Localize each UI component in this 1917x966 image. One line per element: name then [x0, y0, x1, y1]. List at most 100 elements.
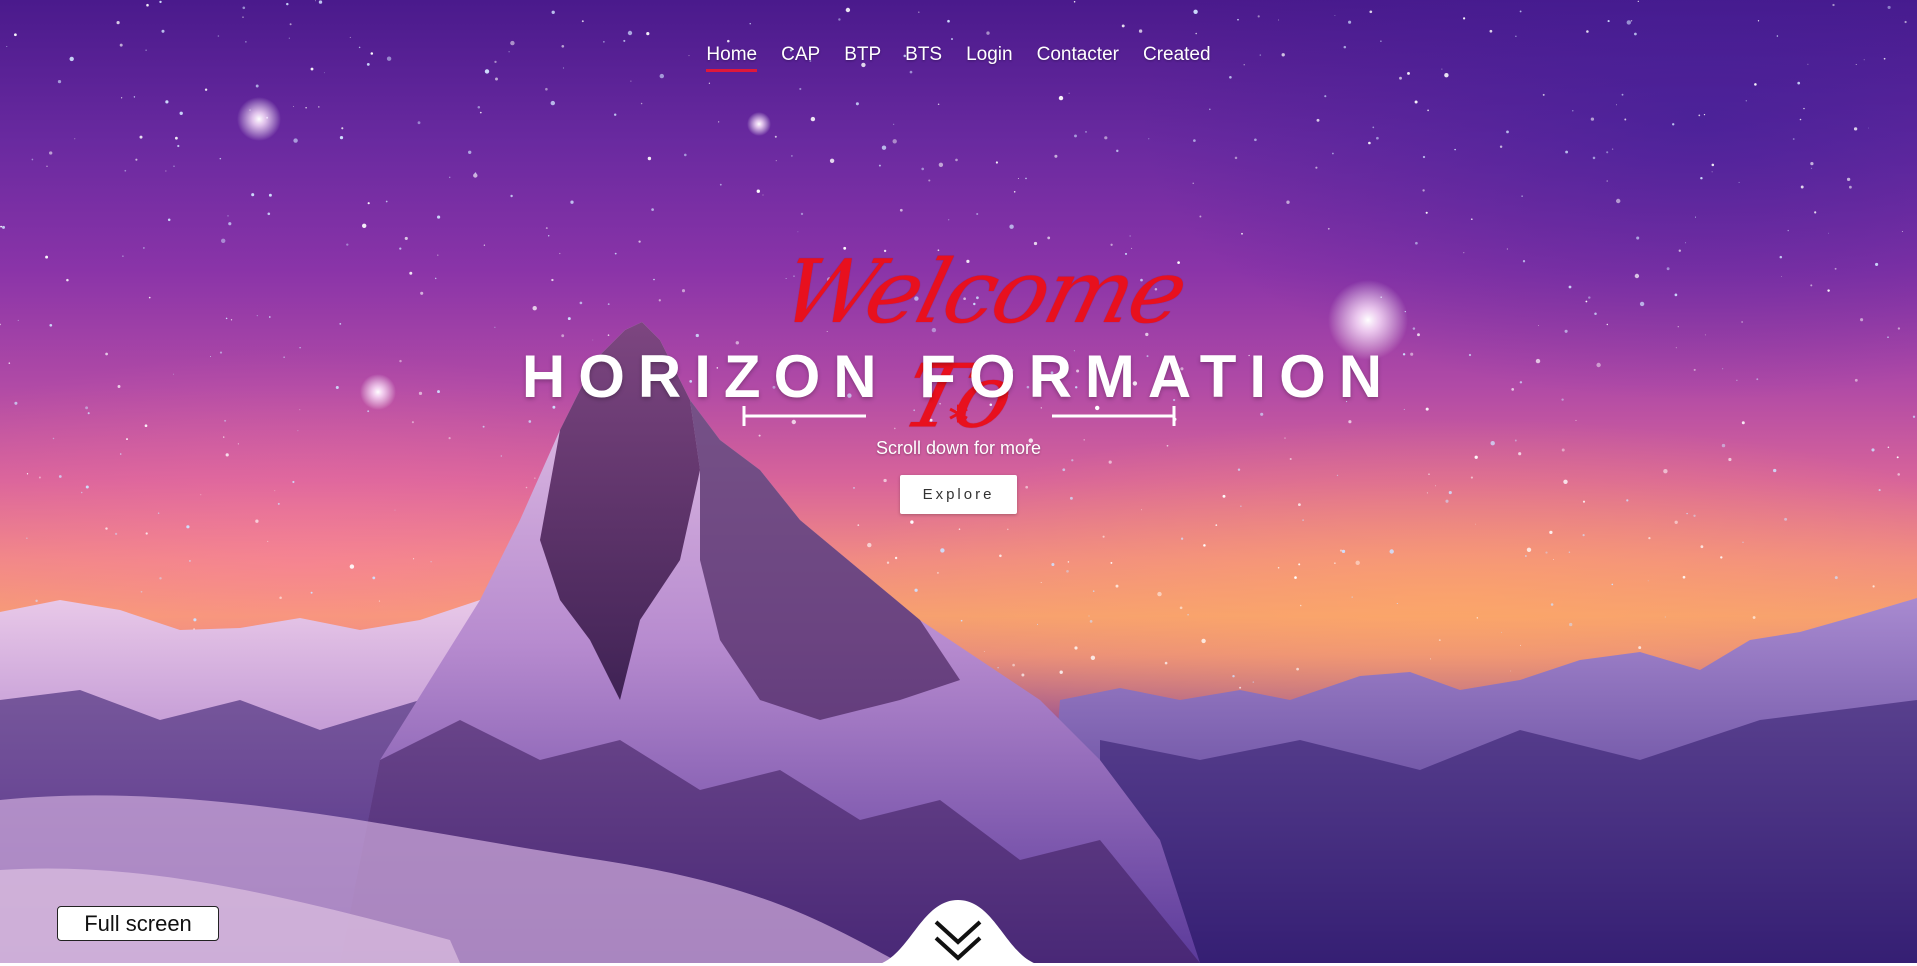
- star: [188, 559, 191, 562]
- nav-item-created[interactable]: Created: [1143, 44, 1211, 72]
- star: [791, 155, 793, 157]
- star: [31, 158, 34, 161]
- star: [1664, 616, 1666, 618]
- star: [362, 223, 367, 228]
- star: [1278, 19, 1280, 21]
- nav-item-cap[interactable]: CAP: [781, 44, 820, 72]
- star: [1051, 562, 1055, 567]
- star: [894, 556, 898, 560]
- star: [385, 200, 388, 203]
- star: [193, 618, 197, 622]
- star: [1510, 670, 1512, 672]
- star: [955, 158, 958, 162]
- main-nav: Home CAP BTP BTS Login Contacter Created: [0, 44, 1917, 72]
- star: [1428, 473, 1430, 475]
- star: [592, 339, 594, 341]
- star: [1626, 499, 1629, 502]
- star: [49, 323, 53, 327]
- star: [886, 561, 890, 564]
- star: [417, 121, 421, 125]
- star: [66, 278, 69, 282]
- star: [1663, 469, 1668, 474]
- star: [708, 82, 711, 84]
- star: [1102, 535, 1105, 538]
- nav-item-home[interactable]: Home: [706, 44, 757, 72]
- star: [1611, 583, 1614, 586]
- star: [227, 215, 229, 217]
- star: [2, 225, 5, 229]
- star: [268, 316, 271, 318]
- star: [1549, 530, 1553, 535]
- star: [797, 231, 799, 233]
- star: [165, 170, 167, 172]
- star: [653, 278, 655, 281]
- star: [1590, 117, 1595, 121]
- star: [167, 218, 171, 222]
- star: [495, 77, 498, 81]
- star: [647, 156, 652, 161]
- star: [910, 520, 914, 524]
- star: [1711, 171, 1713, 173]
- star: [1141, 509, 1142, 511]
- star: [1626, 20, 1632, 25]
- star: [1588, 296, 1591, 299]
- star: [1694, 216, 1697, 218]
- scroll-down-button[interactable]: [868, 900, 1048, 966]
- star: [997, 666, 999, 669]
- star: [1592, 156, 1596, 160]
- star: [1585, 300, 1588, 303]
- star: [548, 235, 550, 237]
- star: [551, 10, 555, 14]
- star: [1499, 145, 1503, 148]
- star: [1569, 622, 1573, 627]
- nav-item-bts[interactable]: BTS: [905, 44, 942, 72]
- star: [800, 212, 804, 216]
- star: [1672, 123, 1675, 126]
- star: [1315, 166, 1318, 169]
- star: [838, 18, 841, 21]
- explore-button[interactable]: Explore: [900, 475, 1017, 514]
- star: [1237, 18, 1239, 21]
- star: [1192, 182, 1194, 184]
- nav-item-btp[interactable]: BTP: [844, 44, 881, 72]
- star: [1611, 148, 1614, 150]
- star: [1754, 83, 1757, 86]
- star: [1594, 312, 1597, 316]
- star: [1522, 260, 1526, 263]
- star: [1901, 230, 1903, 233]
- star: [829, 158, 835, 163]
- star: [1828, 232, 1830, 234]
- star: [1797, 81, 1801, 85]
- star: [17, 319, 19, 321]
- star: [1058, 95, 1064, 101]
- star: [1215, 524, 1218, 526]
- star: [1415, 241, 1418, 245]
- star: [1074, 134, 1077, 138]
- star: [1021, 673, 1025, 677]
- star: [561, 334, 565, 338]
- star: [1334, 562, 1336, 564]
- star: [1738, 181, 1740, 183]
- fullscreen-button[interactable]: Full screen: [57, 906, 219, 941]
- star: [186, 525, 190, 529]
- star: [293, 138, 298, 143]
- star: [1422, 189, 1425, 192]
- star: [1638, 646, 1642, 650]
- star: [46, 165, 48, 167]
- star: [219, 157, 222, 160]
- star: [288, 37, 290, 39]
- nav-item-contacter[interactable]: Contacter: [1037, 44, 1119, 72]
- star: [534, 477, 536, 479]
- star: [1832, 3, 1835, 7]
- star: [1237, 468, 1241, 471]
- nav-item-login[interactable]: Login: [966, 44, 1013, 72]
- star: [1506, 248, 1508, 250]
- star: [853, 487, 855, 489]
- star: [983, 651, 985, 652]
- star: [1294, 576, 1297, 579]
- star: [1240, 505, 1242, 507]
- star: [1232, 674, 1235, 678]
- star: [1779, 255, 1783, 259]
- star: [1698, 114, 1701, 117]
- star: [1422, 155, 1426, 159]
